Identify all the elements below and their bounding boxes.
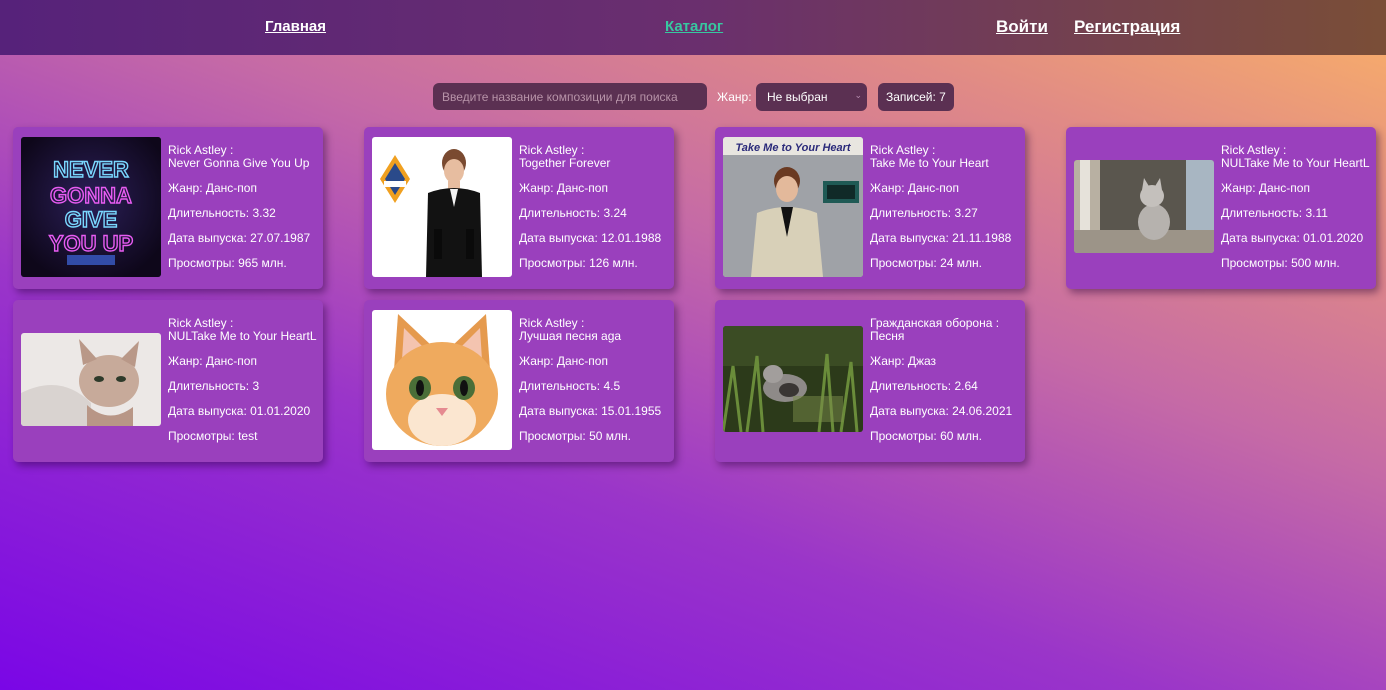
nav-login-link[interactable]: Войти xyxy=(996,17,1048,37)
track-info: Rick Astley : Together Forever Жанр: Дан… xyxy=(519,144,671,270)
cover-title-text: Take Me to Your Heart xyxy=(735,142,851,154)
track-views: Просмотры: 965 млн. xyxy=(168,257,287,270)
sphynx-cat-photo-icon xyxy=(21,333,161,426)
track-artist: Гражданская оборона : xyxy=(870,317,1000,330)
track-duration: Длительность: 3.27 xyxy=(870,207,978,220)
track-duration: Длительность: 3.24 xyxy=(519,207,627,220)
records-count-badge: Записей: 7 xyxy=(878,83,954,111)
track-info: Rick Astley : Take Me to Your Heart Жанр… xyxy=(870,144,1022,270)
track-card[interactable]: NEVER GONNA GIVE YOU UP Rick Astley : Ne… xyxy=(13,127,323,289)
track-release-date: Дата выпуска: 15.01.1955 xyxy=(519,405,662,418)
genre-select-value: Не выбран xyxy=(767,90,828,104)
track-genre: Жанр: Данс-поп xyxy=(1221,182,1310,195)
track-release-date: Дата выпуска: 01.01.2020 xyxy=(168,405,311,418)
cover-neon-text-1: NEVER xyxy=(53,157,129,182)
track-views: Просмотры: 500 млн. xyxy=(1221,257,1340,270)
track-release-date: Дата выпуска: 24.06.2021 xyxy=(870,405,1013,418)
track-card[interactable]: Rick Astley : Лучшая песня aga Жанр: Дан… xyxy=(364,300,674,462)
track-views: Просмотры: 60 млн. xyxy=(870,430,982,443)
track-title: Together Forever xyxy=(519,157,611,170)
cat-in-grass-photo-icon xyxy=(723,326,863,432)
track-genre: Жанр: Данс-поп xyxy=(519,355,608,368)
track-genre: Жанр: Данс-поп xyxy=(168,355,257,368)
cover-neon-text-3: GIVE xyxy=(65,207,118,232)
track-info: Гражданская оборона : Песня Жанр: Джаз Д… xyxy=(870,317,1022,443)
track-genre: Жанр: Джаз xyxy=(870,355,937,368)
track-release-date: Дата выпуска: 12.01.1988 xyxy=(519,232,662,245)
nav-home-link[interactable]: Главная xyxy=(265,18,326,35)
track-artist: Rick Astley : xyxy=(168,144,234,157)
track-info: Rick Astley : Never Gonna Give You Up Жа… xyxy=(168,144,320,270)
track-genre: Жанр: Данс-поп xyxy=(870,182,959,195)
track-card[interactable]: Rick Astley : NULTake Me to Your HeartL … xyxy=(1066,127,1376,289)
track-duration: Длительность: 2.64 xyxy=(870,380,978,393)
track-info: Rick Astley : Лучшая песня aga Жанр: Дан… xyxy=(519,317,671,443)
track-card[interactable]: Rick Astley : Together Forever Жанр: Дан… xyxy=(364,127,674,289)
track-release-date: Дата выпуска: 27.07.1987 xyxy=(168,232,311,245)
track-genre: Жанр: Данс-поп xyxy=(519,182,608,195)
take-me-to-your-heart-cover-icon: Take Me to Your Heart xyxy=(723,137,863,277)
track-title: NULTake Me to Your HeartL xyxy=(1221,157,1370,170)
chevron-down-icon: ⌄ xyxy=(854,90,862,100)
track-artist: Rick Astley : xyxy=(1221,144,1287,157)
track-card[interactable]: Rick Astley : NULTake Me to Your HeartL … xyxy=(13,300,323,462)
track-views: Просмотры: 50 млн. xyxy=(519,430,631,443)
track-artist: Rick Astley : xyxy=(519,144,585,157)
track-duration: Длительность: 4.5 xyxy=(519,380,621,393)
track-card[interactable]: Гражданская оборона : Песня Жанр: Джаз Д… xyxy=(715,300,1025,462)
genre-select[interactable]: Не выбран ⌄ xyxy=(756,83,867,111)
track-info: Rick Astley : NULTake Me to Your HeartL … xyxy=(168,317,320,443)
track-artist: Rick Astley : xyxy=(519,317,585,330)
nav-register-link[interactable]: Регистрация xyxy=(1074,17,1180,37)
track-title: Never Gonna Give You Up xyxy=(168,157,310,170)
track-card[interactable]: Take Me to Your Heart Rick Astley : Take… xyxy=(715,127,1025,289)
ginger-kitten-photo-icon xyxy=(372,310,512,450)
track-title: Take Me to Your Heart xyxy=(870,157,989,170)
track-views: Просмотры: test xyxy=(168,430,258,443)
nav-catalog-link[interactable]: Каталог xyxy=(665,18,723,35)
genre-label: Жанр: xyxy=(717,90,752,104)
together-forever-cover-icon xyxy=(372,137,512,277)
track-genre: Жанр: Данс-поп xyxy=(168,182,257,195)
track-release-date: Дата выпуска: 21.11.1988 xyxy=(870,232,1012,245)
track-duration: Длительность: 3 xyxy=(168,380,260,393)
gray-kitten-window-photo-icon xyxy=(1074,160,1214,253)
search-input[interactable] xyxy=(433,83,707,110)
track-title: NULTake Me to Your HeartL xyxy=(168,330,317,343)
never-gonna-give-you-up-cover-icon: NEVER GONNA GIVE YOU UP xyxy=(21,137,161,277)
cover-neon-text-4: YOU UP xyxy=(49,231,133,256)
track-title: Песня xyxy=(870,330,905,343)
cover-neon-text-2: GONNA xyxy=(50,183,132,208)
track-views: Просмотры: 126 млн. xyxy=(519,257,638,270)
track-artist: Rick Astley : xyxy=(870,144,936,157)
track-artist: Rick Astley : xyxy=(168,317,234,330)
track-duration: Длительность: 3.32 xyxy=(168,207,276,220)
track-duration: Длительность: 3.11 xyxy=(1221,207,1328,220)
track-release-date: Дата выпуска: 01.01.2020 xyxy=(1221,232,1364,245)
track-title: Лучшая песня aga xyxy=(519,330,622,343)
track-info: Rick Astley : NULTake Me to Your HeartL … xyxy=(1221,144,1373,270)
track-views: Просмотры: 24 млн. xyxy=(870,257,982,270)
